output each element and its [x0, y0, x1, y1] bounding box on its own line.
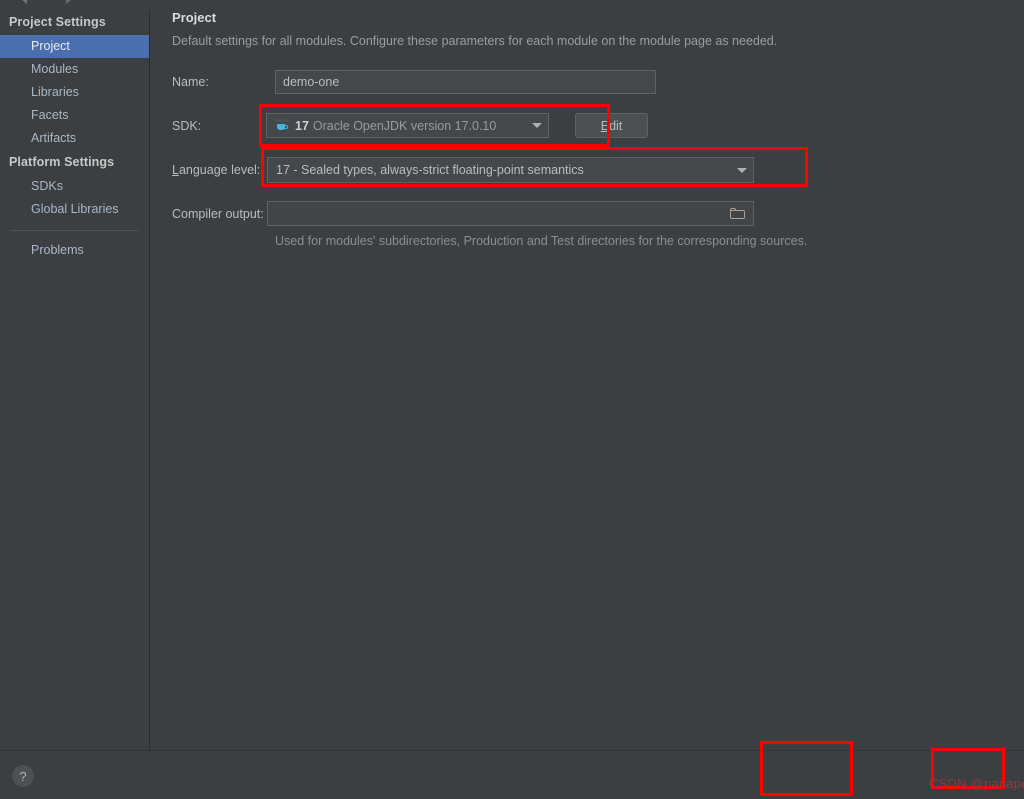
language-level-dropdown-arrow-icon[interactable]	[731, 158, 753, 182]
browse-folder-icon[interactable]	[730, 208, 745, 220]
sdk-edit-label-rest: dit	[609, 118, 623, 133]
language-level-label-rest: anguage level:	[178, 163, 261, 177]
project-structure-dialog: Project Settings Project Modules Librari…	[0, 0, 1024, 799]
sidebar-item-global-libraries[interactable]: Global Libraries	[0, 198, 149, 221]
sidebar-group-project-settings: Project Settings	[9, 15, 106, 29]
project-name-input[interactable]: demo-one	[275, 70, 656, 94]
sidebar-item-project[interactable]: Project	[0, 35, 149, 58]
sdk-combobox[interactable]: 17 Oracle OpenJDK version 17.0.10	[266, 113, 549, 138]
sidebar-item-modules[interactable]: Modules	[0, 58, 149, 81]
sdk-dropdown-arrow-icon[interactable]	[526, 114, 548, 137]
sidebar-divider	[10, 230, 139, 231]
sidebar-item-facets[interactable]: Facets	[0, 104, 149, 127]
page-description: Default settings for all modules. Config…	[172, 34, 778, 48]
question-mark-icon: ?	[19, 768, 27, 784]
dialog-button-bar: ? OK Cancel Apply	[0, 750, 1024, 799]
name-label: Name:	[172, 75, 209, 89]
sdk-version-badge: 17	[295, 118, 309, 133]
forward-arrow-icon[interactable]	[66, 0, 71, 4]
page-title: Project	[172, 10, 217, 25]
sidebar-group-platform-settings: Platform Settings	[9, 155, 115, 169]
sdk-label: SDK:	[172, 119, 202, 133]
sidebar-item-problems[interactable]: Problems	[0, 239, 149, 262]
toolbar-stub	[0, 0, 150, 10]
sidebar-item-artifacts[interactable]: Artifacts	[0, 127, 149, 150]
compiler-output-label: Compiler output:	[172, 207, 264, 221]
language-level-value: 17 - Sealed types, always-strict floatin…	[276, 163, 584, 177]
back-arrow-icon[interactable]	[22, 0, 27, 4]
jdk-icon	[275, 119, 290, 132]
language-level-combobox[interactable]: 17 - Sealed types, always-strict floatin…	[267, 157, 754, 183]
settings-sidebar: Project Settings Project Modules Librari…	[0, 10, 150, 750]
language-level-mnemonic: L	[172, 163, 179, 177]
help-button[interactable]: ?	[12, 765, 34, 787]
compiler-output-input[interactable]	[267, 201, 754, 226]
language-level-label: Language level:	[172, 163, 260, 177]
sdk-edit-mnemonic: E	[600, 118, 610, 133]
project-name-value: demo-one	[283, 75, 340, 89]
sdk-edit-button[interactable]: Edit	[575, 113, 648, 138]
sdk-value: Oracle OpenJDK version 17.0.10	[312, 118, 497, 133]
project-settings-panel: Project Default settings for all modules…	[151, 0, 1024, 750]
watermark: CSDN @panape	[929, 776, 1024, 791]
sidebar-item-sdks[interactable]: SDKs	[0, 175, 149, 198]
sidebar-item-libraries[interactable]: Libraries	[0, 81, 149, 104]
compiler-output-hint: Used for modules' subdirectories, Produc…	[275, 234, 808, 248]
